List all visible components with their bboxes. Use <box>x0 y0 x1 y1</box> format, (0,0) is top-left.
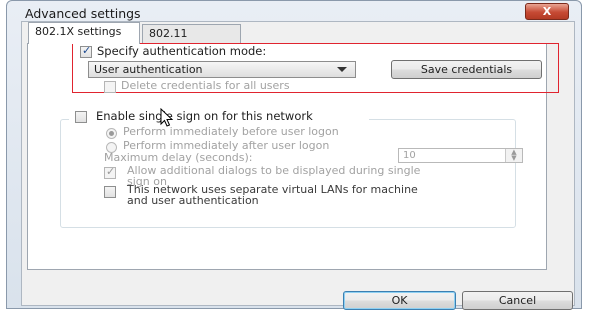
enable-sso-checkbox[interactable] <box>75 111 87 123</box>
chevron-down-icon <box>337 67 347 72</box>
allow-dialogs-label-line1: Allow additional dialogs to be displayed… <box>127 164 421 177</box>
auth-mode-selected: User authentication <box>94 63 203 76</box>
separate-vlans-checkbox[interactable] <box>104 186 116 198</box>
close-button[interactable]: X <box>525 3 569 20</box>
auth-mode-dropdown[interactable]: User authentication <box>88 61 356 78</box>
max-delay-label: Maximum delay (seconds): <box>104 151 253 164</box>
specify-auth-mode-checkbox[interactable] <box>80 44 92 58</box>
separate-vlans-label: This network uses separate virtual LANs … <box>127 184 418 206</box>
delete-credentials-label: Delete credentials for all users <box>121 79 290 92</box>
max-delay-value: 10 <box>403 150 416 161</box>
spinner-arrows-icon[interactable]: ▲ ▼ <box>505 149 522 162</box>
delete-credentials-checkbox[interactable] <box>104 81 116 93</box>
before-logon-radio[interactable] <box>106 128 117 139</box>
enable-sso-label: Enable single sign on for this network <box>96 109 313 123</box>
tab-802-1x-settings[interactable]: 802.1X settings <box>28 22 140 44</box>
dialog-title: Advanced settings <box>25 6 141 21</box>
before-logon-label: Perform immediately before user logon <box>123 125 339 138</box>
allow-dialogs-checkbox[interactable] <box>104 165 116 179</box>
close-icon: X <box>542 5 552 18</box>
cancel-button[interactable]: Cancel <box>462 291 573 310</box>
specify-auth-mode-label: Specify authentication mode: <box>97 44 267 58</box>
max-delay-spinner[interactable]: 10 ▲ ▼ <box>398 148 523 163</box>
save-credentials-button[interactable]: Save credentials <box>391 60 542 79</box>
tab-802-11-settings[interactable]: 802.11 settings <box>142 24 241 58</box>
separate-vlans-label-line2: and user authentication <box>127 194 259 207</box>
ok-button[interactable]: OK <box>343 291 456 310</box>
